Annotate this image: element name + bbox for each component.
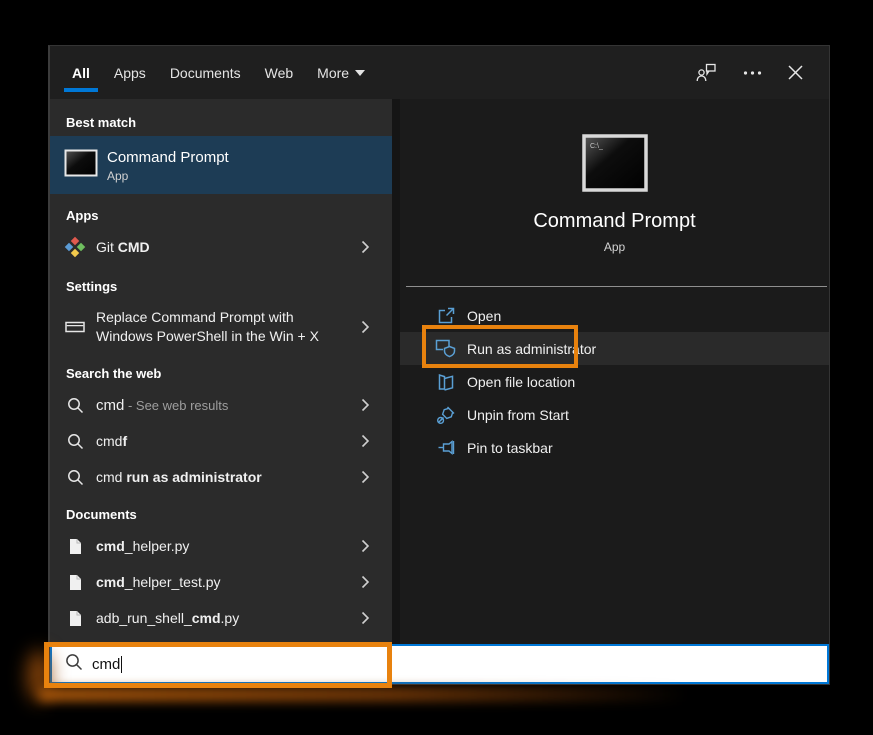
pin-icon	[434, 438, 458, 457]
cmd-terminal-icon	[64, 149, 98, 182]
search-results-body: Best match Command Prompt App	[50, 99, 829, 644]
action-label: Open	[467, 308, 501, 324]
close-icon[interactable]	[788, 65, 803, 80]
chevron-right-icon[interactable]	[361, 539, 370, 553]
file-location-icon	[434, 373, 458, 391]
best-match-title: Command Prompt	[107, 148, 229, 167]
result-web-cmd-run-as-administrator[interactable]: cmd run as administrator	[50, 459, 392, 495]
section-header-settings: Settings	[50, 271, 392, 300]
result-label: Git CMD	[96, 239, 353, 255]
action-unpin-from-start[interactable]: Unpin from Start	[400, 398, 829, 431]
tab-web[interactable]: Web	[255, 46, 304, 99]
filter-tab-bar: All Apps Documents Web More	[50, 46, 375, 99]
search-input-value: cmd	[92, 656, 120, 673]
result-web-cmdf[interactable]: cmdf	[50, 423, 392, 459]
search-icon	[65, 653, 83, 676]
tab-more[interactable]: More	[307, 46, 375, 99]
preview-app-summary: C:\_ Command Prompt App	[400, 99, 829, 286]
results-pane: Best match Command Prompt App	[50, 99, 392, 644]
windows-search-flyout: All Apps Documents Web More	[48, 45, 830, 685]
search-input[interactable]: cmd	[50, 644, 829, 684]
prompt-glyph: C:\_	[590, 143, 603, 150]
context-actions: Open Run as administrator	[400, 299, 829, 464]
section-header-apps: Apps	[50, 200, 392, 229]
chevron-right-icon[interactable]	[361, 320, 370, 334]
screenshot-canvas: All Apps Documents Web More	[0, 0, 873, 735]
tab-documents-label: Documents	[170, 65, 241, 81]
tab-apps[interactable]: Apps	[104, 46, 156, 99]
chevron-right-icon[interactable]	[361, 470, 370, 484]
search-header: All Apps Documents Web More	[50, 46, 829, 99]
section-header-documents: Documents	[50, 499, 392, 528]
feedback-icon[interactable]	[696, 63, 717, 83]
result-label: cmd_helper_test.py	[96, 574, 353, 590]
action-pin-to-taskbar[interactable]: Pin to taskbar	[400, 431, 829, 464]
tab-more-label: More	[317, 65, 349, 81]
chevron-right-icon[interactable]	[361, 240, 370, 254]
header-actions	[696, 46, 829, 99]
action-label: Open file location	[467, 374, 575, 390]
result-label: adb_run_shell_cmd.py	[96, 610, 353, 626]
document-icon	[60, 574, 90, 591]
window-icon	[60, 321, 90, 333]
open-external-icon	[434, 306, 458, 325]
tab-apps-label: Apps	[114, 65, 146, 81]
action-label: Run as administrator	[467, 341, 596, 357]
tab-all[interactable]: All	[62, 46, 100, 99]
action-label: Pin to taskbar	[467, 440, 553, 456]
action-open[interactable]: Open	[400, 299, 829, 332]
action-run-as-administrator[interactable]: Run as administrator	[400, 332, 829, 365]
git-cmd-icon	[60, 236, 90, 258]
result-label: cmd run as administrator	[96, 469, 353, 485]
magnifier-icon	[60, 433, 90, 450]
result-doc-adb-run-shell-cmd[interactable]: adb_run_shell_cmd.py	[50, 600, 392, 636]
result-label: cmd - See web results	[96, 397, 353, 414]
pane-divider	[392, 99, 400, 644]
text-cursor	[121, 656, 122, 673]
result-web-cmd[interactable]: cmd - See web results	[50, 387, 392, 423]
best-match-text: Command Prompt App	[107, 148, 229, 183]
admin-shield-icon	[434, 339, 458, 358]
section-header-search-the-web: Search the web	[50, 358, 392, 387]
magnifier-icon	[60, 469, 90, 486]
annotation-glow	[38, 687, 686, 702]
best-match-result-command-prompt[interactable]: Command Prompt App	[50, 136, 392, 194]
chevron-right-icon[interactable]	[361, 611, 370, 625]
chevron-right-icon[interactable]	[361, 575, 370, 589]
result-label: Replace Command Prompt with Windows Powe…	[96, 308, 353, 346]
result-doc-cmd-helper-test[interactable]: cmd_helper_test.py	[50, 564, 392, 600]
document-icon	[60, 610, 90, 627]
active-tab-indicator	[64, 88, 98, 92]
result-git-cmd[interactable]: Git CMD	[50, 229, 392, 265]
preview-pane: C:\_ Command Prompt App	[400, 99, 829, 644]
tab-web-label: Web	[265, 65, 294, 81]
chevron-right-icon[interactable]	[361, 398, 370, 412]
unpin-icon	[434, 405, 458, 425]
more-options-icon[interactable]	[743, 70, 762, 76]
result-label: cmdf	[96, 433, 353, 449]
tab-all-label: All	[72, 65, 90, 81]
preview-app-subtitle: App	[400, 240, 829, 254]
tab-documents[interactable]: Documents	[160, 46, 251, 99]
chevron-right-icon[interactable]	[361, 434, 370, 448]
preview-divider	[406, 286, 827, 287]
cmd-terminal-icon-large: C:\_	[582, 134, 648, 192]
result-label: cmd_helper.py	[96, 538, 353, 554]
document-icon	[60, 538, 90, 555]
result-doc-cmd-helper[interactable]: cmd_helper.py	[50, 528, 392, 564]
best-match-subtitle: App	[107, 169, 229, 183]
chevron-down-icon	[355, 70, 365, 76]
action-label: Unpin from Start	[467, 407, 569, 423]
section-header-best-match: Best match	[50, 107, 392, 136]
preview-app-title: Command Prompt	[400, 210, 829, 233]
action-open-file-location[interactable]: Open file location	[400, 365, 829, 398]
result-replace-command-prompt[interactable]: Replace Command Prompt with Windows Powe…	[50, 300, 392, 354]
magnifier-icon	[60, 397, 90, 414]
